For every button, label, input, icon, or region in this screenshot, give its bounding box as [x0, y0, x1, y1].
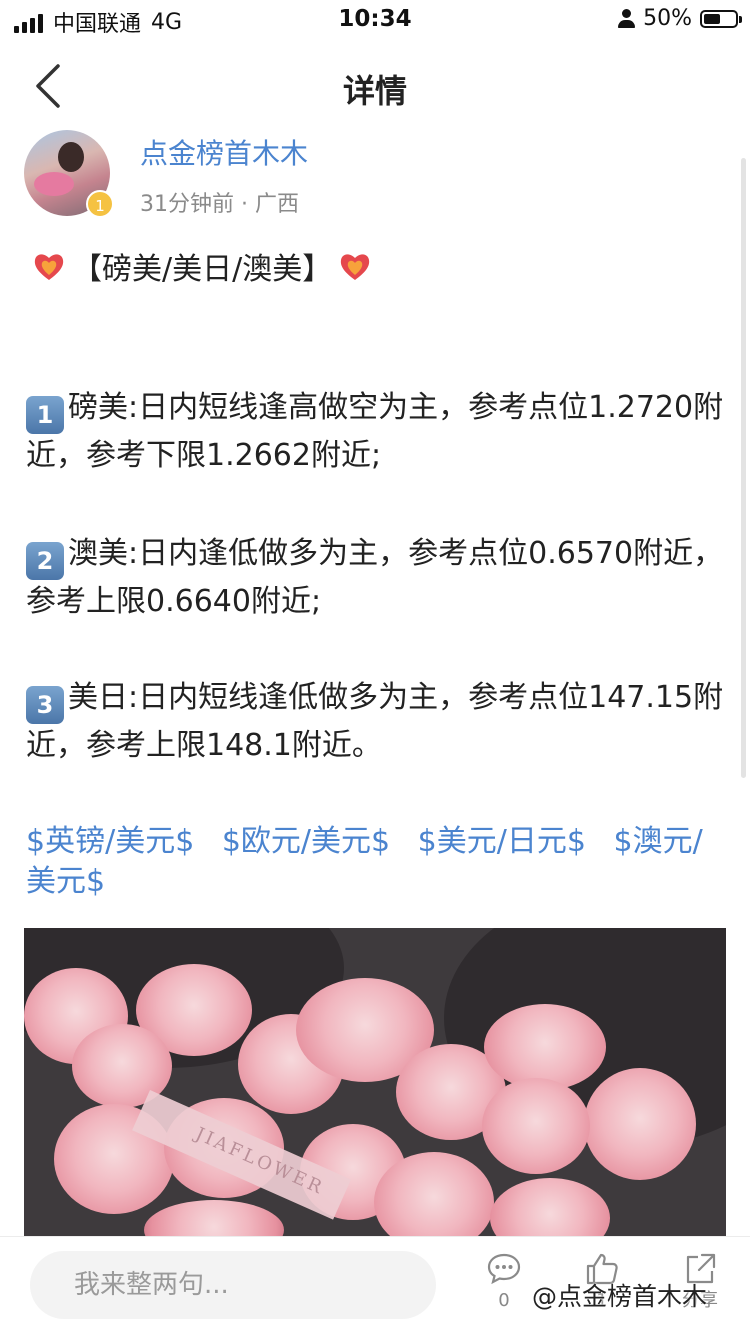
keycap-number-icon: 1 [26, 396, 64, 434]
post-headline: 【磅美/美日/澳美】 [26, 244, 378, 288]
comment-count: 0 [498, 1290, 510, 1311]
battery-percent: 50% [643, 6, 692, 31]
status-right: 50% [617, 6, 742, 31]
post-item-text: 磅美:日内短线逢高做空为主，参考点位1.2720附近，参考下限1.2662附近; [26, 390, 724, 473]
battery-icon [700, 9, 742, 28]
headline-text: 【磅美/美日/澳美】 [72, 252, 333, 287]
status-bar: 中国联通 4G 10:34 50% [0, 0, 750, 42]
nav-bar: 详情 [0, 42, 750, 132]
post-item: 1 磅美:日内短线逢高做空为主，参考点位1.2720附近，参考下限1.2662附近… [26, 386, 726, 478]
post-item-text: 美日:日内短线逢低做多为主，参考点位147.15附近，参考上限148.1附近。 [26, 680, 724, 763]
topic-tag[interactable]: $欧元/美元$ [222, 824, 390, 859]
watermark: @点金榜首木木 [532, 1282, 708, 1311]
topic-tag[interactable]: $英镑/美元$ [26, 824, 194, 859]
comment-bubble-icon [487, 1253, 521, 1285]
topic-tags: $英镑/美元$ $欧元/美元$ $美元/日元$ $澳元/美元$ [26, 822, 726, 902]
post-image[interactable] [24, 928, 726, 1238]
post-meta: 31分钟前 · 广西 [140, 192, 299, 217]
comment-button[interactable]: 0 [474, 1251, 534, 1311]
keycap-number-icon: 2 [26, 542, 64, 580]
topic-tag[interactable]: $美元/日元$ [418, 824, 586, 859]
post-item: 2 澳美:日内逢低做多为主，参考点位0.6570附近，参考上限0.6640附近; [26, 532, 726, 624]
bottom-bar: 我来整两句... 0 1 分享 @点金榜首木木 [0, 1236, 750, 1335]
page-title: 详情 [342, 72, 407, 110]
scrollbar[interactable] [741, 158, 746, 778]
person-icon [617, 8, 636, 29]
level-badge: 1 [86, 190, 114, 218]
keycap-number-icon: 3 [26, 686, 64, 724]
comment-input[interactable]: 我来整两句... [30, 1251, 436, 1319]
heart-on-fire-icon [32, 249, 66, 283]
post-item: 3 美日:日内短线逢低做多为主，参考点位147.15附近，参考上限148.1附近。 [26, 676, 726, 768]
heart-on-fire-icon [338, 249, 372, 283]
post-item-text: 澳美:日内逢低做多为主，参考点位0.6570附近，参考上限0.6640附近; [26, 536, 724, 619]
author-name[interactable]: 点金榜首木木 [140, 132, 308, 172]
